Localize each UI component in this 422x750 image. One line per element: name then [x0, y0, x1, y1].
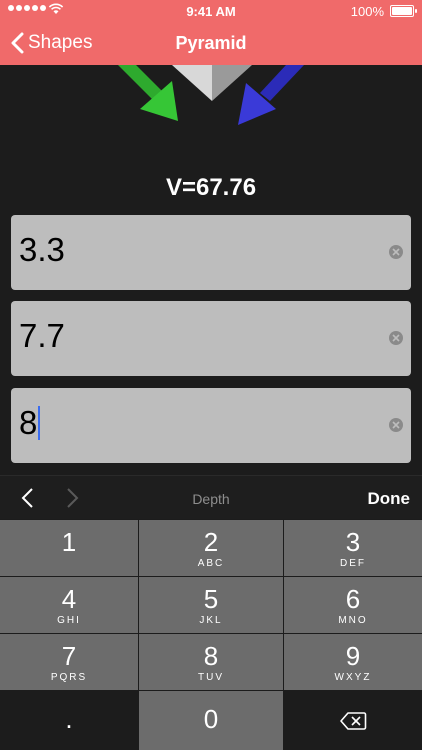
keyboard-accessory-bar: Depth Done	[0, 475, 422, 520]
key-decimal[interactable]: .	[0, 691, 138, 750]
key-number: 0	[203, 704, 219, 734]
clear-icon[interactable]	[389, 331, 403, 345]
key-number: 7	[61, 641, 77, 671]
battery-percentage: 100%	[350, 4, 384, 19]
clear-icon[interactable]	[389, 418, 403, 432]
navigation-header: 9:41 AM 100% Shapes Pyramid	[0, 0, 422, 65]
key-letters: WXYZ	[334, 672, 372, 683]
key-letters: GHI	[57, 615, 81, 626]
key-9[interactable]: 9 WXYZ	[284, 634, 422, 690]
key-number: 3	[345, 527, 361, 557]
depth-field-value-wrap: 8	[19, 404, 41, 442]
key-letters: TUV	[198, 672, 224, 683]
depth-field-value: 8	[19, 404, 38, 441]
accessory-field-label: Depth	[192, 491, 230, 507]
key-number: 1	[61, 527, 77, 557]
clear-icon[interactable]	[389, 245, 403, 259]
height-field[interactable]: 3.3	[11, 215, 411, 290]
width-field[interactable]: 7.7	[11, 301, 411, 376]
key-0[interactable]: 0	[139, 691, 283, 750]
key-number: 2	[203, 527, 219, 557]
depth-field[interactable]: 8	[11, 388, 411, 463]
backspace-icon	[340, 712, 367, 730]
key-letters: PQRS	[50, 672, 88, 683]
key-number: 9	[345, 641, 361, 671]
key-1[interactable]: 1	[0, 520, 138, 576]
key-letters: ABC	[197, 558, 225, 569]
pyramid-illustration	[118, 65, 304, 125]
blue-arrow-icon	[238, 65, 304, 125]
text-caret	[38, 406, 41, 440]
key-3[interactable]: 3 DEF	[284, 520, 422, 576]
key-6[interactable]: 6 MNO	[284, 577, 422, 633]
key-letters: DEF	[340, 558, 366, 569]
key-4[interactable]: 4 GHI	[0, 577, 138, 633]
key-letters: JKL	[199, 615, 223, 626]
green-arrow-icon	[118, 65, 178, 121]
status-bar: 9:41 AM 100%	[0, 0, 422, 22]
numeric-keypad: 1 2 ABC 3 DEF 4 GHI 5 JKL 6 MNO 7 PQRS 8…	[0, 519, 422, 750]
width-field-value: 7.7	[19, 317, 65, 354]
key-number: 8	[203, 641, 219, 671]
key-letters: MNO	[338, 615, 368, 626]
volume-result: V=67.76	[165, 174, 257, 201]
done-button[interactable]: Done	[368, 489, 411, 509]
delete-button[interactable]	[284, 691, 422, 750]
key-number: 4	[61, 584, 77, 614]
key-number: 6	[345, 584, 361, 614]
key-8[interactable]: 8 TUV	[139, 634, 283, 690]
key-5[interactable]: 5 JKL	[139, 577, 283, 633]
height-field-value: 3.3	[19, 231, 65, 268]
battery-icon	[390, 5, 417, 17]
key-7[interactable]: 7 PQRS	[0, 634, 138, 690]
key-number: 5	[203, 584, 219, 614]
pyramid-left-face	[172, 65, 212, 101]
key-number: .	[65, 704, 73, 734]
page-title: Pyramid	[175, 33, 247, 53]
key-2[interactable]: 2 ABC	[139, 520, 283, 576]
